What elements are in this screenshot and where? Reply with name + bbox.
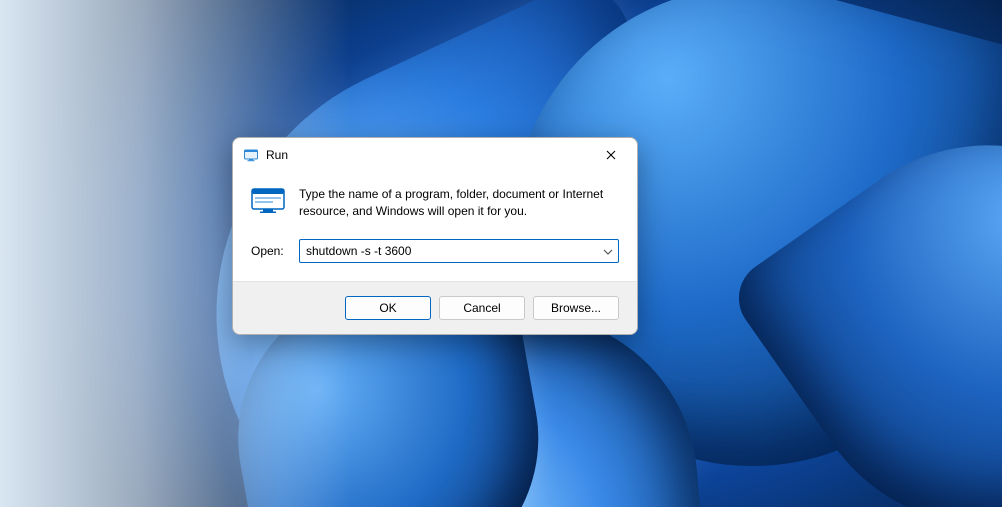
close-button[interactable]	[589, 140, 633, 170]
close-icon	[606, 150, 616, 160]
dialog-description: Type the name of a program, folder, docu…	[299, 186, 619, 221]
cancel-button[interactable]: Cancel	[439, 296, 525, 320]
command-input[interactable]	[299, 239, 619, 263]
titlebar[interactable]: Run	[233, 138, 637, 172]
ok-button[interactable]: OK	[345, 296, 431, 320]
browse-button[interactable]: Browse...	[533, 296, 619, 320]
run-title-icon	[243, 147, 259, 163]
dialog-title: Run	[266, 148, 589, 162]
run-dialog: Run Type the name of a program, folder, …	[232, 137, 638, 335]
dialog-body: Type the name of a program, folder, docu…	[233, 172, 637, 281]
command-combobox[interactable]	[299, 239, 619, 263]
open-label: Open:	[251, 244, 287, 258]
dialog-footer: OK Cancel Browse...	[233, 281, 637, 334]
run-icon	[251, 188, 285, 214]
